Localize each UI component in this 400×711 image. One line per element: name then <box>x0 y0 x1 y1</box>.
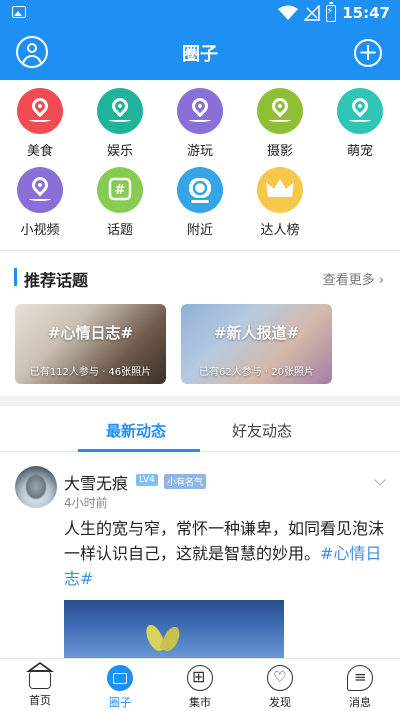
circle-icon <box>107 665 133 691</box>
category-label: 摄影 <box>266 144 293 159</box>
status-badge: 小有名气 <box>164 474 207 489</box>
status-time: 15:47 <box>342 4 390 22</box>
category-food[interactable]: 美食 <box>0 88 80 159</box>
feed-tabs: 最新动态 好友动态 <box>0 406 400 452</box>
nav-market[interactable]: 集市 <box>160 659 240 711</box>
see-more-label: 查看更多 <box>322 273 375 288</box>
category-icon-circle <box>337 88 383 134</box>
wifi-icon <box>278 5 299 20</box>
category-icon-circle <box>257 88 303 134</box>
category-nearby[interactable]: 附近 <box>160 167 240 238</box>
category-entertainment[interactable]: 娱乐 <box>80 88 160 159</box>
map-pin-icon <box>348 94 372 118</box>
avatar[interactable] <box>15 466 57 508</box>
category-icon-circle <box>97 88 143 134</box>
pin-base <box>349 118 371 122</box>
chevron-down-icon[interactable] <box>374 474 386 486</box>
map-pin-icon <box>28 173 52 197</box>
category-icon-circle <box>17 167 63 213</box>
category-travel[interactable]: 游玩 <box>160 88 240 159</box>
category-short-video[interactable]: 小视频 <box>0 167 80 238</box>
page-title: 圈子 <box>182 44 218 65</box>
section-gap <box>0 396 400 406</box>
pin-base <box>189 118 211 122</box>
category-icon-circle <box>177 88 223 134</box>
category-label: 萌宠 <box>346 144 373 159</box>
pin-base <box>269 118 291 122</box>
app-header: 圈子 + <box>0 26 400 80</box>
topic-tag: #新人报道# <box>213 324 300 342</box>
nav-circle[interactable]: 圈子 <box>80 659 160 711</box>
nav-discover[interactable]: 发现 <box>240 659 320 711</box>
level-badge: LV4 <box>136 474 158 486</box>
home-icon <box>26 662 54 689</box>
bottom-navigation: 首页 圈子 集市 发现 消息 <box>0 658 400 711</box>
topic-tag: #心情日志# <box>47 324 134 342</box>
category-icon-circle <box>257 167 303 213</box>
category-label: 小视频 <box>20 223 60 238</box>
category-label: 达人榜 <box>260 223 300 238</box>
nav-label: 集市 <box>189 696 211 709</box>
pin-base <box>29 197 51 201</box>
hashtag-icon: # <box>108 177 132 201</box>
category-leaderboard[interactable]: 达人榜 <box>240 167 320 238</box>
plus-icon: + <box>357 38 379 66</box>
nav-messages[interactable]: 消息 <box>320 659 400 711</box>
tab-friends[interactable]: 好友动态 <box>232 420 292 441</box>
map-pin-icon <box>108 94 132 118</box>
tab-latest[interactable]: 最新动态 <box>106 420 166 441</box>
category-label: 附近 <box>186 223 213 238</box>
map-pin-icon <box>188 94 212 118</box>
category-icon-circle: # <box>97 167 143 213</box>
nav-label: 发现 <box>269 696 291 709</box>
map-pin-icon <box>268 94 292 118</box>
add-button[interactable]: + <box>354 39 382 67</box>
category-label: 美食 <box>26 144 53 159</box>
divider <box>0 250 400 251</box>
map-pin-icon <box>28 94 52 118</box>
battery-charging-icon <box>326 1 337 22</box>
category-label: 游玩 <box>186 144 213 159</box>
topic-meta: 已有62人参与 · 20张照片 <box>199 367 314 378</box>
nav-label: 消息 <box>349 696 371 709</box>
see-more-link[interactable]: 查看更多 › <box>323 269 384 288</box>
recommended-topics-header: 推荐话题 查看更多 › <box>0 262 400 292</box>
status-bar: 15:47 <box>0 0 400 26</box>
target-icon <box>189 178 211 203</box>
category-topics[interactable]: # 话题 <box>80 167 160 238</box>
category-photography[interactable]: 摄影 <box>240 88 320 159</box>
topic-meta: 已有112人参与 · 46张照片 <box>29 367 152 378</box>
gallery-notification-icon <box>12 6 26 18</box>
post-content: 人生的宽与窄，常怀一种谦卑，如同看见泡沫一样认识自己，这就是智慧的妙用。#心情日… <box>64 516 386 591</box>
nav-label: 首页 <box>29 694 51 707</box>
nav-home[interactable]: 首页 <box>0 659 80 711</box>
nav-label: 圈子 <box>109 696 131 709</box>
category-grid: 美食 娱乐 游玩 摄影 萌宠 小视频 # 话题 附近 达人榜 <box>0 80 400 250</box>
post-username[interactable]: 大雪无痕 <box>64 470 128 494</box>
topic-card[interactable]: #心情日志# 已有112人参与 · 46张照片 <box>15 304 166 384</box>
section-title: 推荐话题 <box>24 271 89 290</box>
category-pets[interactable]: 萌宠 <box>320 88 400 159</box>
category-label: 娱乐 <box>106 144 133 159</box>
pin-base <box>109 118 131 122</box>
heart-icon <box>267 665 293 691</box>
post-time: 4小时前 <box>64 496 108 510</box>
category-icon-circle <box>177 167 223 213</box>
chevron-right-icon: › <box>378 273 384 288</box>
category-icon-circle <box>17 88 63 134</box>
message-icon <box>347 665 373 691</box>
section-accent-bar <box>14 268 17 286</box>
grid-icon <box>187 665 213 691</box>
app-screen: 15:47 圈子 + 美食 娱乐 游玩 摄影 萌宠 <box>0 0 400 711</box>
category-label: 话题 <box>106 223 133 238</box>
svg-text:#: # <box>115 183 126 198</box>
topic-card[interactable]: #新人报道# 已有62人参与 · 20张照片 <box>181 304 332 384</box>
feed-post[interactable]: 大雪无痕 LV4 小有名气 4小时前 人生的宽与窄，常怀一种谦卑，如同看见泡沫一… <box>0 452 400 660</box>
post-image[interactable] <box>64 600 284 660</box>
image-leaf <box>159 624 183 654</box>
signal-icon <box>304 5 320 21</box>
pin-base <box>29 118 51 122</box>
crown-icon <box>266 179 294 197</box>
